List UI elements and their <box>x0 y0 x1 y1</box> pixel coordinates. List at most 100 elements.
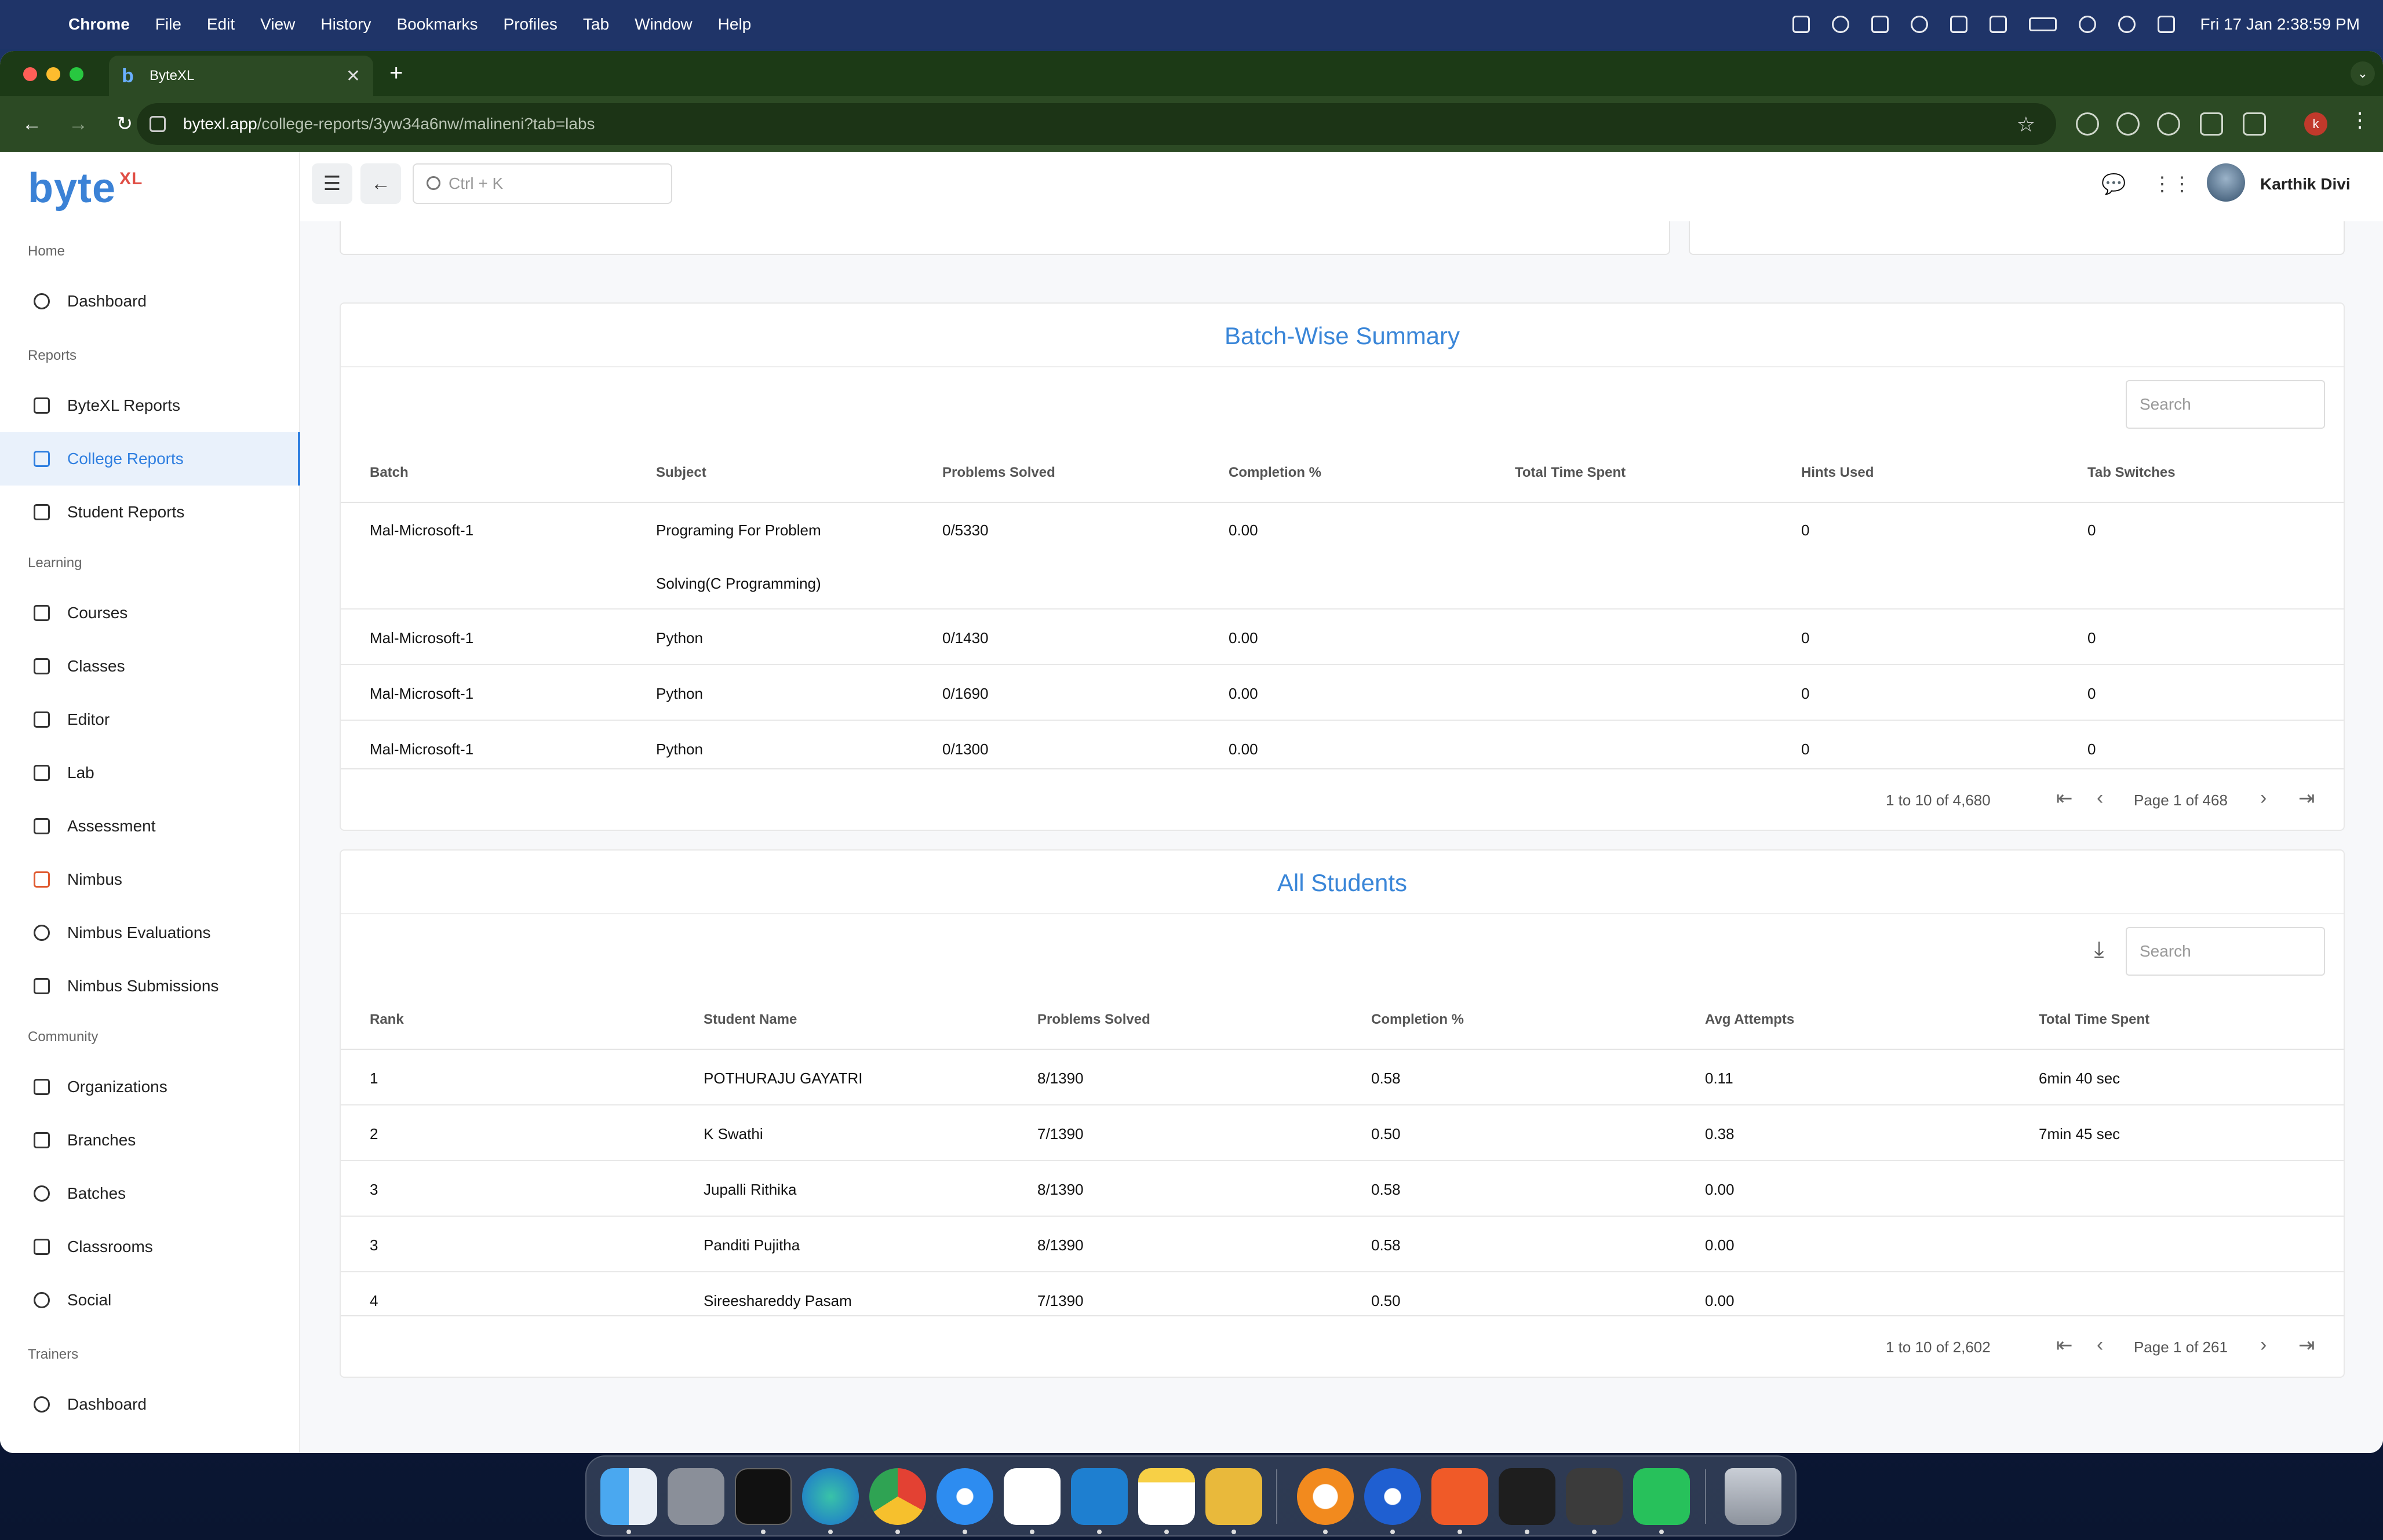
pencil-app-icon[interactable] <box>1431 1468 1488 1525</box>
extension-camera-icon[interactable] <box>2200 112 2223 136</box>
table-row[interactable]: 1 POTHURAJU GAYATRI 8/1390 0.58 0.11 6mi… <box>341 1050 2344 1105</box>
menu-history[interactable]: History <box>320 15 371 34</box>
profile-avatar[interactable]: k <box>2304 112 2327 136</box>
vscode-icon[interactable] <box>1071 1468 1128 1525</box>
sidebar-item-nimbus[interactable]: Nimbus <box>0 853 300 906</box>
col-hints-used[interactable]: Hints Used <box>1801 443 1874 503</box>
tableplus-icon[interactable] <box>1205 1468 1262 1525</box>
address-bar[interactable]: bytexl.app/college-reports/3yw34a6nw/mal… <box>137 103 2056 145</box>
col-total-time-spent[interactable]: Total Time Spent <box>1515 443 1626 503</box>
col-avg-attempts[interactable]: Avg Attempts <box>1705 990 1794 1050</box>
control-center-icon[interactable] <box>2157 16 2175 33</box>
sidebar-item-editor[interactable]: Editor <box>0 693 300 746</box>
menu-view[interactable]: View <box>260 15 295 34</box>
table-row[interactable]: Mal-Microsoft-1 Python 0/1300 0.00 0 0 <box>341 721 2344 768</box>
chat-icon[interactable]: 💬 <box>2101 173 2126 196</box>
col-tab-switches[interactable]: Tab Switches <box>2087 443 2176 503</box>
col-problems-solved[interactable]: Problems Solved <box>942 443 1055 503</box>
sidebar-item-bytexl-reports[interactable]: ByteXL Reports <box>0 379 300 432</box>
table-row[interactable]: 3 Panditi Pujitha 8/1390 0.58 0.00 <box>341 1217 2344 1272</box>
apple-icon[interactable] <box>23 13 43 35</box>
sidebar-item-branches[interactable]: Branches <box>0 1114 300 1167</box>
menu-app-chrome[interactable]: Chrome <box>68 15 130 34</box>
menu-help[interactable]: Help <box>718 15 752 34</box>
maps-pin-icon[interactable] <box>1364 1468 1421 1525</box>
trash-icon[interactable] <box>1725 1468 1781 1525</box>
download-icon[interactable]: ⤓ <box>2087 937 2111 962</box>
batch-search-input[interactable]: Search <box>2126 380 2325 429</box>
notes-icon[interactable] <box>1138 1468 1195 1525</box>
safari-icon[interactable] <box>937 1468 993 1525</box>
sidebar-item-courses[interactable]: Courses <box>0 586 300 640</box>
sidebar-item-organizations[interactable]: Organizations <box>0 1060 300 1114</box>
close-window-button[interactable] <box>23 67 37 81</box>
tab-search-chevron-down-icon[interactable]: ⌄ <box>2351 61 2375 86</box>
menu-window[interactable]: Window <box>635 15 693 34</box>
sidebar-item-trainer-dashboard[interactable]: Dashboard <box>0 1378 300 1431</box>
mute-icon[interactable] <box>1989 16 2007 33</box>
close-tab-icon[interactable]: ✕ <box>346 66 360 86</box>
extension-react-icon[interactable] <box>2157 112 2180 136</box>
sidebar-item-nimbus-evaluations[interactable]: Nimbus Evaluations <box>0 906 300 959</box>
sidebar-item-student-reports[interactable]: Student Reports <box>0 486 300 539</box>
sidebar-item-batches[interactable]: Batches <box>0 1167 300 1220</box>
table-row[interactable]: 3 Jupalli Rithika 8/1390 0.58 0.00 <box>341 1161 2344 1217</box>
bookmark-star-icon[interactable]: ☆ <box>2017 112 2035 137</box>
last-page-icon[interactable]: ⇥ <box>2298 1334 2315 1357</box>
table-row[interactable]: 2 K Swathi 7/1390 0.50 0.38 7min 45 sec <box>341 1105 2344 1161</box>
reload-icon[interactable]: ↻ <box>110 112 139 136</box>
menu-edit[interactable]: Edit <box>207 15 235 34</box>
zoom-window-button[interactable] <box>70 67 83 81</box>
prev-page-icon[interactable]: ‹ <box>2097 787 2103 809</box>
col-rank[interactable]: Rank <box>370 990 404 1050</box>
menu-bookmarks[interactable]: Bookmarks <box>396 15 478 34</box>
prev-page-icon[interactable]: ‹ <box>2097 1334 2103 1356</box>
postman-icon[interactable] <box>1297 1468 1354 1525</box>
table-row[interactable]: 4 Sireeshareddy Pasam 7/1390 0.50 0.00 <box>341 1272 2344 1315</box>
figma-icon[interactable] <box>1499 1468 1555 1525</box>
menubar-clock[interactable]: Fri 17 Jan 2:38:59 PM <box>2200 15 2360 34</box>
user-name[interactable]: Karthik Divi <box>2260 175 2351 194</box>
menu-file[interactable]: File <box>155 15 181 34</box>
wifi-icon[interactable] <box>2078 16 2096 33</box>
extension-grammarly-icon[interactable] <box>2116 112 2140 136</box>
pen-disabled-icon[interactable] <box>1950 16 1967 33</box>
sublime-text-icon[interactable] <box>1566 1468 1623 1525</box>
display-icon[interactable] <box>1871 16 1889 33</box>
bytexl-logo[interactable]: byte XL <box>28 165 143 212</box>
students-search-input[interactable]: Search <box>2126 927 2325 976</box>
last-page-icon[interactable]: ⇥ <box>2298 787 2315 810</box>
whatsapp-icon[interactable] <box>1633 1468 1690 1525</box>
edge-icon[interactable] <box>802 1468 859 1525</box>
headphones-icon[interactable] <box>1831 16 1849 33</box>
new-tab-button[interactable]: + <box>389 60 403 86</box>
sidebar-item-nimbus-submissions[interactable]: Nimbus Submissions <box>0 959 300 1013</box>
user-avatar[interactable] <box>2207 163 2245 202</box>
browser-tab-bytexl[interactable]: b ByteXL ✕ <box>109 56 373 96</box>
finder-icon[interactable] <box>600 1468 657 1525</box>
col-completion[interactable]: Completion % <box>1229 443 1321 503</box>
next-page-icon[interactable]: › <box>2260 1334 2267 1356</box>
extensions-puzzle-icon[interactable] <box>2243 112 2266 136</box>
chrome-icon[interactable] <box>869 1468 926 1525</box>
sidebar-item-lab[interactable]: Lab <box>0 746 300 800</box>
col-batch[interactable]: Batch <box>370 443 409 503</box>
first-page-icon[interactable]: ⇤ <box>2056 787 2073 810</box>
sidebar-item-classrooms[interactable]: Classrooms <box>0 1220 300 1273</box>
terminal-icon[interactable] <box>735 1468 792 1525</box>
slack-icon[interactable] <box>1004 1468 1061 1525</box>
sidebar-item-classes[interactable]: Classes <box>0 640 300 693</box>
back-icon[interactable]: ← <box>360 163 401 204</box>
table-row[interactable]: Mal-Microsoft-1 Python 0/1430 0.00 0 0 <box>341 610 2344 665</box>
moon-icon[interactable] <box>1910 16 1928 33</box>
spotlight-search-icon[interactable] <box>2118 16 2136 33</box>
menu-profiles[interactable]: Profiles <box>504 15 558 34</box>
battery-icon[interactable] <box>2028 17 2057 31</box>
chrome-menu-icon[interactable]: ⋮ <box>2349 108 2370 132</box>
extension-record-icon[interactable] <box>2076 112 2099 136</box>
first-page-icon[interactable]: ⇤ <box>2056 1334 2073 1357</box>
col-subject[interactable]: Subject <box>656 443 706 503</box>
table-row[interactable]: Mal-Microsoft-1 Python 0/1690 0.00 0 0 <box>341 665 2344 721</box>
forward-arrow-icon[interactable]: → <box>64 113 93 136</box>
status-menu-icon[interactable] <box>1792 16 1810 33</box>
